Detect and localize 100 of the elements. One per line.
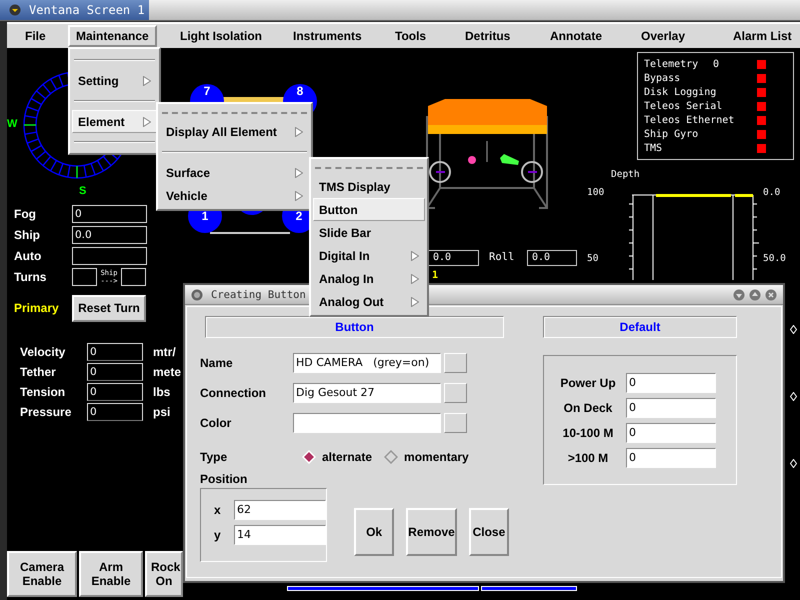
menu-item[interactable]: Light Isolation bbox=[172, 25, 270, 47]
compass-west-label: W bbox=[7, 118, 18, 130]
maximize-icon[interactable] bbox=[749, 288, 761, 300]
reset-turn-button[interactable]: Reset Turn bbox=[72, 294, 146, 322]
menu-item[interactable]: File bbox=[17, 25, 54, 47]
menu-entry[interactable]: Setting bbox=[72, 69, 157, 92]
submenu-arrow-icon bbox=[411, 274, 419, 284]
primary-label: Primary bbox=[14, 301, 60, 315]
depth-reading-label: 0.0 bbox=[763, 187, 780, 198]
submenu-arrow-icon bbox=[143, 76, 151, 86]
dialog-button[interactable]: Ok bbox=[354, 508, 394, 556]
alarm-label: Teleos Serial bbox=[644, 100, 722, 112]
submenu-arrow-icon bbox=[295, 190, 303, 200]
sensor-field[interactable]: 0 bbox=[87, 343, 143, 361]
depth-title: Depth bbox=[611, 169, 640, 180]
coordinate-field[interactable]: 62 bbox=[234, 500, 326, 520]
menu-entry[interactable]: Analog Out bbox=[313, 290, 425, 313]
type-label: Type bbox=[200, 450, 228, 464]
input-field[interactable]: HD CAMERA (grey=on) bbox=[293, 353, 441, 373]
window-menu-icon[interactable] bbox=[191, 288, 203, 300]
radio-label: momentary bbox=[404, 450, 469, 464]
window-title: Ventana Screen 1 bbox=[29, 3, 145, 17]
position-label: Position bbox=[200, 472, 248, 486]
dialog-button[interactable]: Close bbox=[468, 508, 509, 556]
default-field[interactable]: 0 bbox=[626, 422, 716, 442]
sensor-field[interactable]: 0 bbox=[87, 383, 143, 401]
menu-item[interactable]: Annotate bbox=[542, 25, 610, 47]
field-label: Color bbox=[200, 416, 232, 430]
picker-button[interactable] bbox=[444, 383, 467, 403]
alarm-label: Ship Gyro bbox=[644, 128, 698, 140]
default-label: On Deck bbox=[562, 400, 614, 414]
default-field[interactable]: 0 bbox=[626, 448, 716, 468]
readout-field[interactable]: 0 bbox=[72, 205, 147, 223]
diamond-marker-icon bbox=[790, 325, 797, 334]
unit-label: mete bbox=[153, 365, 182, 379]
diamond-marker-icon bbox=[790, 459, 797, 468]
radio-button[interactable] bbox=[384, 450, 398, 464]
menu-entry[interactable]: Display All Element bbox=[160, 120, 309, 143]
input-field[interactable]: Dig Gesout 27 bbox=[293, 383, 441, 403]
close-icon[interactable] bbox=[765, 288, 777, 300]
submenu-arrow-icon bbox=[411, 296, 419, 306]
roll-field: 0.0 bbox=[527, 250, 577, 266]
menu-entry[interactable]: Surface bbox=[160, 161, 309, 184]
sensor-label: Pressure bbox=[20, 405, 72, 419]
menu-item[interactable]: Alarm List bbox=[725, 25, 800, 47]
submenu-arrow-icon bbox=[143, 116, 151, 126]
alarm-label: Disk Logging bbox=[644, 86, 716, 98]
menu-item[interactable]: Detritus bbox=[457, 25, 518, 47]
field-label: Connection bbox=[200, 386, 267, 400]
menu-entry[interactable]: Element bbox=[72, 110, 157, 133]
window-menu-icon[interactable] bbox=[9, 4, 21, 16]
diamond-marker-icon bbox=[790, 392, 797, 401]
submenu-arrow-icon bbox=[295, 168, 303, 178]
depth-scale-label: 50 bbox=[587, 253, 598, 264]
dialog-button[interactable]: Remove bbox=[406, 508, 457, 556]
sensor-label: Velocity bbox=[20, 345, 66, 359]
depth-reading-label: 50.0 bbox=[763, 253, 786, 264]
default-field[interactable]: 0 bbox=[626, 372, 716, 392]
menu-entry[interactable]: Button bbox=[313, 198, 425, 221]
marker-label: 1 bbox=[432, 270, 438, 281]
readout-field[interactable] bbox=[72, 247, 147, 265]
ship-turns-field[interactable] bbox=[121, 268, 146, 286]
coordinate-field[interactable]: 14 bbox=[234, 525, 326, 545]
menu-item[interactable]: Instruments bbox=[285, 25, 370, 47]
input-field[interactable] bbox=[293, 413, 441, 433]
menu-entry[interactable]: Digital In bbox=[313, 244, 425, 267]
minimize-icon[interactable] bbox=[733, 288, 745, 300]
default-field[interactable]: 0 bbox=[626, 398, 716, 418]
alarm-label: Bypass bbox=[644, 72, 680, 84]
unit-label: mtr/ bbox=[153, 345, 176, 359]
readout-label: Fog bbox=[14, 207, 37, 221]
picker-button[interactable] bbox=[444, 353, 467, 373]
menu-item[interactable]: Maintenance bbox=[68, 25, 157, 47]
section-heading: Button bbox=[205, 316, 504, 338]
roll-label: Roll bbox=[489, 251, 514, 263]
readout-label: Auto bbox=[14, 249, 42, 263]
alarm-label: Teleos Ethernet bbox=[644, 114, 734, 126]
sensor-label: Tension bbox=[20, 385, 66, 399]
picker-button[interactable] bbox=[444, 413, 467, 433]
toggle-button[interactable]: Rock On bbox=[145, 551, 183, 597]
toggle-button[interactable]: Arm Enable bbox=[79, 551, 143, 597]
default-label: >100 M bbox=[566, 450, 610, 464]
menu-entry[interactable]: TMS Display bbox=[313, 175, 425, 198]
unit-label: psi bbox=[153, 405, 170, 419]
readout-field[interactable]: 0.0 bbox=[72, 226, 147, 244]
toggle-button[interactable]: Camera Enable bbox=[7, 551, 77, 597]
alarm-value: 0 bbox=[713, 58, 720, 70]
coordinate-label: y bbox=[214, 528, 222, 542]
sensor-label: Tether bbox=[20, 365, 57, 379]
menu-entry[interactable]: Slide Bar bbox=[313, 221, 425, 244]
menu-item[interactable]: Overlay bbox=[633, 25, 694, 47]
menu-entry[interactable]: Analog In bbox=[313, 267, 425, 290]
menu-item[interactable]: Tools bbox=[387, 25, 434, 47]
alarm-label: Telemetry bbox=[644, 58, 698, 70]
alarm-label: TMS bbox=[644, 142, 662, 154]
submenu-arrow-icon bbox=[295, 126, 303, 136]
compass-south-label: S bbox=[79, 185, 86, 197]
sensor-field[interactable]: 0 bbox=[87, 403, 143, 421]
turns-field[interactable] bbox=[72, 268, 97, 286]
sensor-field[interactable]: 0 bbox=[87, 363, 143, 381]
